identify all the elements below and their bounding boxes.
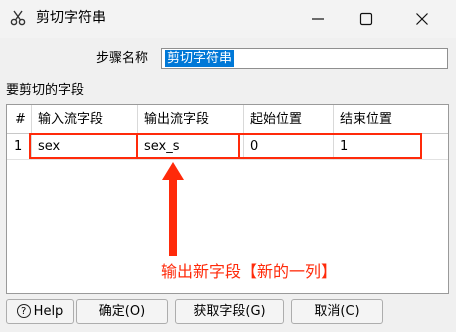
column-header-start[interactable]: 起始位置 <box>244 105 334 134</box>
cancel-button[interactable]: 取消(C) <box>291 299 383 324</box>
step-name-value: 剪切字符串 <box>165 50 235 67</box>
close-icon <box>416 13 428 25</box>
ok-button-label: 确定(O) <box>98 304 146 319</box>
cell-start-position[interactable]: 0 <box>244 134 334 160</box>
column-header-output-field[interactable]: 输出流字段 <box>138 105 244 134</box>
arrow-up-icon <box>162 162 184 256</box>
ok-button[interactable]: 确定(O) <box>76 299 168 324</box>
scissors-icon <box>9 9 27 27</box>
column-header-input-field[interactable]: 输入流字段 <box>32 105 138 134</box>
step-name-input[interactable]: 剪切字符串 <box>161 48 448 69</box>
help-button-label: Help <box>33 304 64 319</box>
window-title: 剪切字符串 <box>36 10 106 26</box>
help-button[interactable]: ? Help <box>6 299 74 324</box>
cell-input-field[interactable]: sex <box>32 134 138 160</box>
get-fields-button[interactable]: 获取字段(G) <box>175 299 284 324</box>
maximize-button[interactable] <box>352 8 380 30</box>
cell-end-position[interactable]: 1 <box>334 134 448 160</box>
step-name-label: 步骤名称 <box>96 51 149 66</box>
maximize-icon <box>359 12 373 26</box>
row-index: 1 <box>7 134 32 160</box>
help-icon: ? <box>16 303 31 318</box>
minimize-icon <box>312 18 324 20</box>
column-header-end[interactable]: 结束位置 <box>334 105 448 134</box>
title-bar: 剪切字符串 <box>0 0 456 38</box>
minimize-button[interactable] <box>304 8 332 30</box>
cell-output-field[interactable]: sex_s <box>138 134 244 160</box>
fields-section-label: 要剪切的字段 <box>6 83 85 98</box>
annotation-text: 输出新字段【新的一列】 <box>161 262 338 281</box>
column-header-index[interactable]: # <box>7 105 32 134</box>
get-fields-button-label: 获取字段(G) <box>193 304 266 319</box>
close-button[interactable] <box>408 8 436 30</box>
cancel-button-label: 取消(C) <box>314 304 360 319</box>
